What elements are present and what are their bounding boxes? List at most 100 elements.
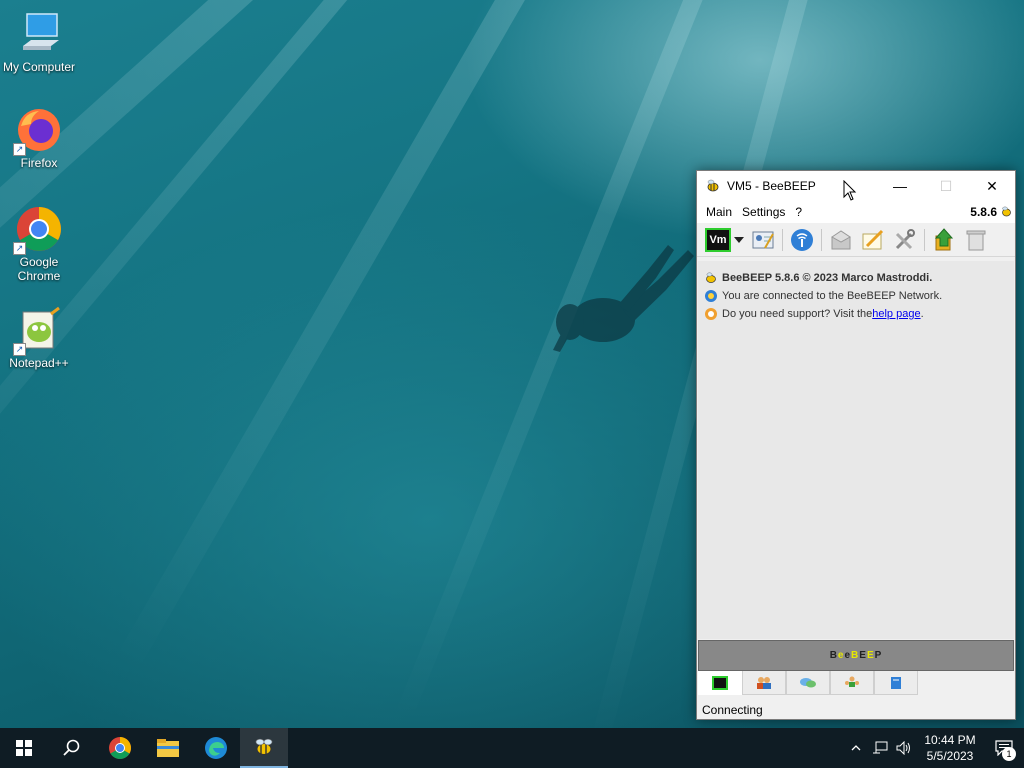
chat-log: BeeBEEP 5.8.6 © 2023 Marco Mastroddi. Yo… bbox=[698, 261, 1014, 639]
log-line-copyright: BeeBEEP 5.8.6 © 2023 Marco Mastroddi. bbox=[704, 269, 1008, 287]
support-text-suffix: . bbox=[920, 308, 924, 320]
menu-main[interactable]: Main bbox=[701, 205, 737, 219]
chrome-icon: ↗ bbox=[13, 205, 63, 255]
log-icon bbox=[891, 676, 901, 689]
desktop-icon-chrome[interactable]: ↗ Google Chrome bbox=[1, 205, 77, 283]
computer-icon bbox=[15, 10, 63, 58]
chat-icon bbox=[712, 675, 728, 690]
action-center-button[interactable]: 1 bbox=[984, 728, 1024, 768]
bee-icon bbox=[707, 179, 719, 192]
desktop-icon-my-computer[interactable]: My Computer bbox=[1, 10, 77, 74]
tab-groups[interactable] bbox=[786, 671, 830, 695]
start-button[interactable] bbox=[0, 728, 48, 768]
edit-button[interactable] bbox=[859, 226, 887, 254]
profile-edit-button[interactable] bbox=[749, 226, 777, 254]
update-icon bbox=[934, 227, 954, 250]
taskbar-edge[interactable] bbox=[192, 728, 240, 768]
maximize-button[interactable]: ☐ bbox=[923, 171, 969, 201]
mouse-cursor-icon bbox=[843, 180, 857, 201]
menu-help[interactable]: ? bbox=[790, 205, 807, 219]
desktop-icon-label: Notepad++ bbox=[9, 356, 69, 370]
tools-button[interactable] bbox=[891, 226, 919, 254]
update-button[interactable] bbox=[930, 226, 958, 254]
status-bar: Connecting bbox=[697, 701, 1015, 719]
chevron-up-icon bbox=[851, 745, 861, 751]
status-dropdown-icon[interactable] bbox=[731, 226, 747, 254]
tools-icon bbox=[895, 228, 915, 249]
banner-letter: P bbox=[874, 650, 883, 661]
user-status-badge[interactable]: Vm bbox=[705, 227, 731, 252]
toolbar-separator bbox=[821, 228, 822, 251]
light-ray bbox=[0, 0, 376, 594]
taskbar-file-explorer[interactable] bbox=[144, 728, 192, 768]
beebeep-banner: B e e B E E P bbox=[698, 640, 1014, 671]
clock-time: 10:44 PM bbox=[924, 733, 976, 747]
taskbar-chrome[interactable] bbox=[96, 728, 144, 768]
groups-chat-icon bbox=[800, 677, 816, 687]
desktop-icon-label: Google Chrome bbox=[17, 255, 61, 283]
share-users-icon bbox=[845, 676, 859, 687]
menu-settings[interactable]: Settings bbox=[737, 205, 790, 219]
chrome-icon bbox=[109, 737, 131, 759]
desktop-icon-firefox[interactable]: ↗ Firefox bbox=[1, 106, 77, 170]
beebeep-window: VM5 - BeeBEEP — ☐ ✕ Main Settings ? 5.8.… bbox=[696, 170, 1016, 720]
copyright-text: BeeBEEP 5.8.6 © 2023 Marco Mastroddi. bbox=[722, 272, 933, 284]
edit-icon bbox=[862, 229, 884, 249]
trash-button[interactable] bbox=[962, 226, 990, 254]
support-text: Do you need support? Visit the bbox=[722, 308, 873, 320]
firefox-icon: ↗ bbox=[13, 106, 63, 156]
network-status-button[interactable] bbox=[868, 741, 892, 755]
help-page-link[interactable]: help page bbox=[872, 308, 920, 320]
connected-text: You are connected to the BeeBEEP Network… bbox=[722, 290, 943, 302]
desktop-icon-notepadpp[interactable]: ↗ Notepad++ bbox=[1, 306, 77, 370]
toolbar-separator bbox=[782, 228, 783, 251]
close-button[interactable]: ✕ bbox=[969, 171, 1015, 201]
shortcut-arrow-icon: ↗ bbox=[13, 143, 26, 156]
connected-icon bbox=[705, 290, 717, 302]
network-tray-icon bbox=[873, 741, 888, 754]
users-icon bbox=[757, 676, 771, 689]
window-title: VM5 - BeeBEEP bbox=[727, 179, 816, 193]
volume-button[interactable] bbox=[892, 741, 916, 755]
tab-shares[interactable] bbox=[830, 671, 874, 695]
taskbar-beebeep[interactable] bbox=[240, 728, 288, 768]
show-hidden-icons-button[interactable] bbox=[844, 745, 868, 751]
log-line-connected: You are connected to the BeeBEEP Network… bbox=[704, 287, 1008, 305]
notification-count-badge: 1 bbox=[1002, 747, 1016, 761]
network-button[interactable] bbox=[788, 226, 816, 254]
tab-users[interactable] bbox=[742, 671, 786, 695]
log-line-support: Do you need support? Visit the help page… bbox=[704, 305, 1008, 323]
banner-letter: E bbox=[866, 650, 875, 661]
tab-log[interactable] bbox=[874, 671, 918, 695]
notepadpp-icon: ↗ bbox=[13, 306, 63, 356]
bee-icon bbox=[255, 738, 273, 755]
taskbar-clock[interactable]: 10:44 PM 5/5/2023 bbox=[916, 732, 984, 764]
toolbar: Vm bbox=[697, 223, 1015, 257]
search-button[interactable] bbox=[48, 728, 96, 768]
volume-icon bbox=[896, 741, 910, 755]
search-icon bbox=[63, 739, 80, 756]
version-label: 5.8.6 bbox=[970, 205, 997, 219]
desktop-icon-label: My Computer bbox=[2, 60, 76, 74]
network-icon bbox=[791, 228, 813, 251]
shortcut-arrow-icon: ↗ bbox=[13, 343, 26, 356]
banner-letter: B bbox=[829, 650, 838, 661]
desktop-icon-label: Firefox bbox=[20, 156, 58, 170]
taskbar: 10:44 PM 5/5/2023 1 bbox=[0, 728, 1024, 768]
minimize-button[interactable]: — bbox=[877, 171, 923, 201]
banner-letter: B bbox=[851, 650, 860, 661]
message-button[interactable] bbox=[827, 226, 855, 254]
folder-icon bbox=[157, 739, 179, 757]
windows-logo-icon bbox=[16, 740, 32, 756]
bee-icon bbox=[1002, 206, 1011, 217]
edge-icon bbox=[205, 737, 227, 759]
panel-tabs bbox=[698, 671, 1014, 697]
trash-icon bbox=[966, 230, 986, 250]
banner-letter: E bbox=[859, 650, 867, 661]
tab-chat[interactable] bbox=[698, 671, 742, 695]
toolbar-separator bbox=[924, 228, 925, 251]
profile-edit-icon bbox=[752, 231, 774, 248]
system-tray: 10:44 PM 5/5/2023 1 bbox=[844, 728, 1024, 768]
shortcut-arrow-icon: ↗ bbox=[13, 242, 26, 255]
bee-icon bbox=[706, 272, 716, 283]
